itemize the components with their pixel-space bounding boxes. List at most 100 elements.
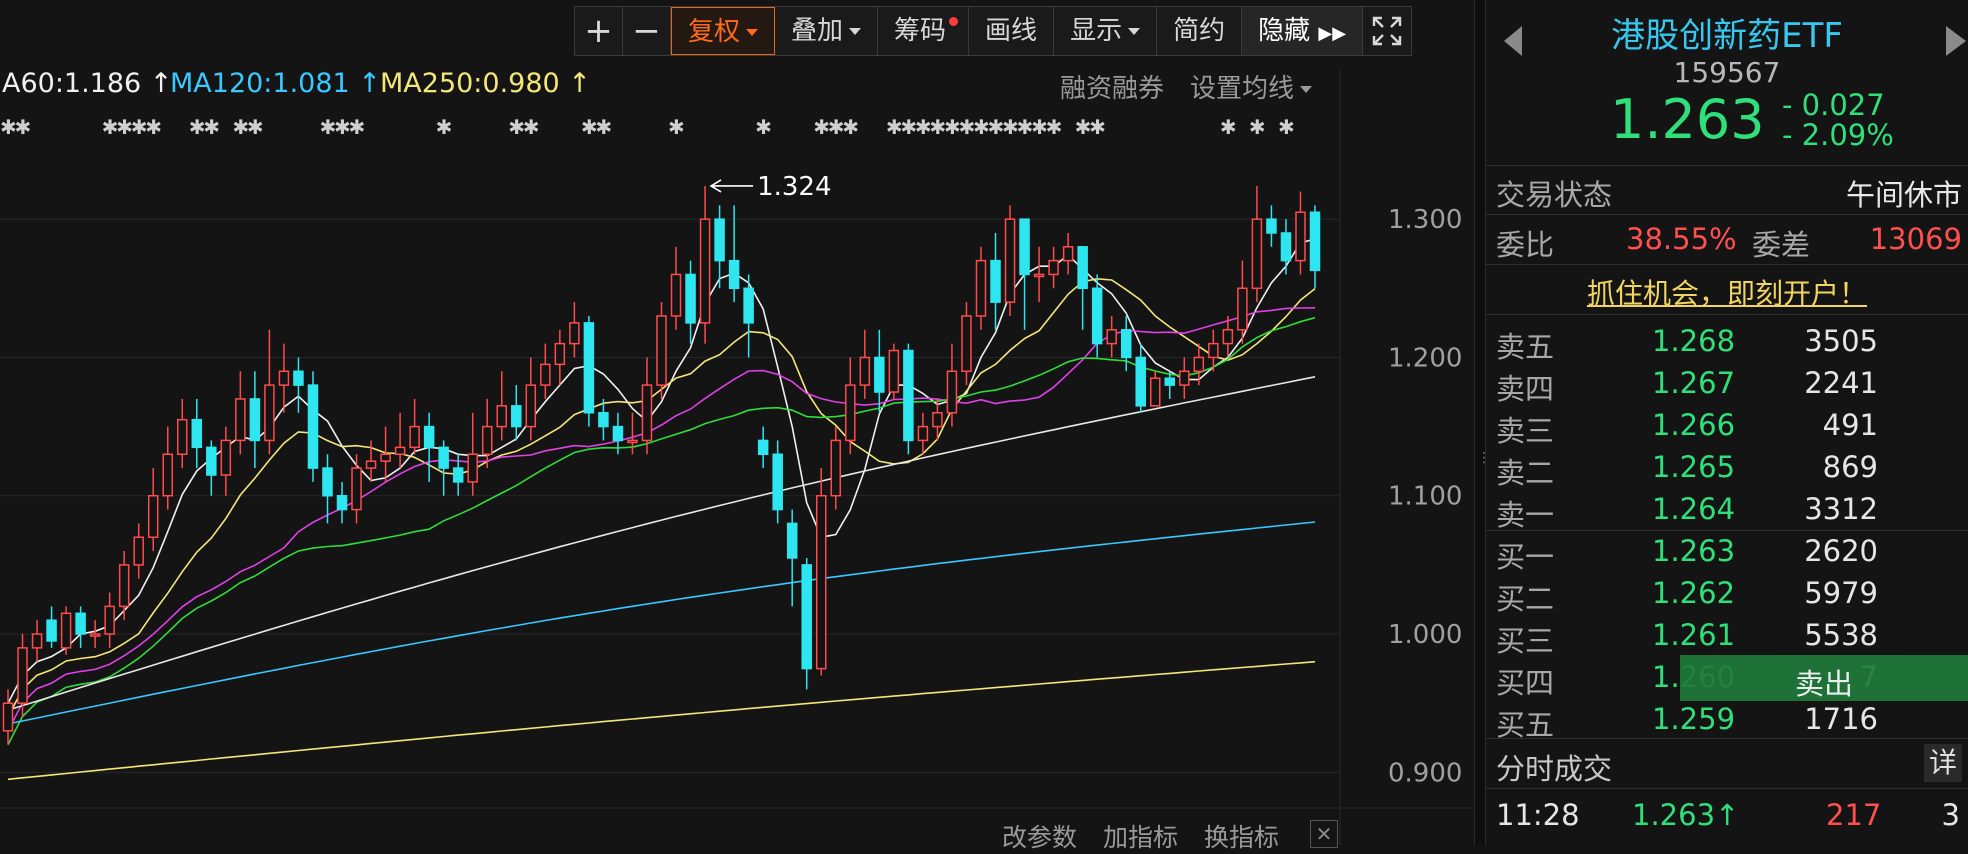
zoom-in-button[interactable]: + — [575, 7, 623, 55]
trade-status-value: 午间休市 — [1845, 178, 1962, 212]
candle — [1062, 246, 1074, 262]
level-price: 1.267 — [1652, 366, 1736, 400]
chip-distribution-button[interactable]: 筹码 — [878, 7, 970, 55]
level-price: 1.263 — [1652, 534, 1736, 568]
candle — [525, 384, 537, 428]
display-dropdown[interactable]: 显示 — [1054, 7, 1158, 55]
bid-level-row[interactable]: 买一 1.263 2620 — [1486, 530, 1968, 574]
event-marker-icon: ✱ — [755, 115, 772, 139]
candle — [815, 494, 827, 670]
candle — [874, 356, 885, 393]
candle — [118, 564, 130, 608]
candle — [235, 398, 246, 442]
price-change-pct: - 2.09% — [1782, 118, 1894, 152]
level-volume: 2241 — [1804, 366, 1878, 400]
bid-level-row[interactable]: 买三 1.261 5538 — [1486, 614, 1968, 658]
chip-label: 筹码 — [894, 16, 947, 46]
ask-level-row[interactable]: 卖二 1.265 869 — [1486, 446, 1968, 490]
ask-level-row[interactable]: 卖一 1.264 3312 — [1486, 488, 1968, 532]
candle — [31, 633, 43, 649]
event-marker-icon: ✱ — [1046, 115, 1063, 139]
event-marker-icon: ✱ — [15, 115, 32, 139]
candle — [612, 425, 624, 442]
level-volume: 869 — [1822, 450, 1878, 484]
candle — [452, 467, 464, 483]
simple-label: 简约 — [1173, 16, 1226, 46]
candle — [903, 349, 914, 442]
candle — [423, 425, 435, 449]
kline-chart-panel[interactable]: 1.300 1.200 1.100 1.000 0.900 1.324 ✱ ✱ ✱ ✱ ✱ ✱ ✱ ✱ ✱ ✱… — [0, 0, 1474, 852]
ma-settings-link[interactable]: 设置均线 — [1190, 68, 1313, 105]
event-marker-icon: ✱ — [1278, 115, 1295, 139]
notification-dot-icon — [949, 17, 959, 26]
panel-splitter[interactable]: ⋮⋮ — [1474, 0, 1505, 845]
candle — [1266, 218, 1277, 234]
candle — [743, 287, 754, 324]
zoom-out-button[interactable]: − — [623, 7, 671, 55]
candle — [728, 259, 740, 290]
ask-level-row[interactable]: 卖三 1.266 491 — [1486, 404, 1968, 448]
candle — [859, 356, 871, 386]
margin-trading-link[interactable]: 融资融券 — [1060, 68, 1164, 105]
event-marker-icon: ✱ — [1220, 115, 1237, 139]
candle — [394, 446, 406, 456]
candle — [917, 425, 929, 442]
chevron-down-icon — [849, 28, 862, 35]
fullscreen-button[interactable] — [1363, 7, 1411, 55]
change-params-link[interactable]: 改参数 — [1002, 818, 1077, 854]
trade-status-label: 交易状态 — [1496, 178, 1613, 212]
candle — [104, 605, 115, 635]
level-price: 1.262 — [1652, 576, 1736, 610]
draw-line-label: 画线 — [985, 16, 1038, 46]
sell-button-label: 卖出 — [1794, 667, 1853, 701]
candle — [438, 446, 449, 469]
bid-level-row[interactable]: 买二 1.262 5979 — [1486, 572, 1968, 616]
bid-level-row[interactable]: 买五 1.259 1716 — [1486, 698, 1968, 742]
candle — [714, 218, 725, 262]
adjust-rights-label: 复权 — [688, 17, 741, 47]
security-code: 159567 — [1673, 56, 1781, 89]
simple-mode-button[interactable]: 简约 — [1157, 7, 1243, 55]
candle — [1222, 329, 1234, 345]
swap-indicator-link[interactable]: 换指标 — [1204, 818, 1279, 854]
ma250-legend: MA250:0.980 ↑ — [380, 68, 591, 99]
divider — [1486, 314, 1968, 315]
candle — [162, 453, 173, 497]
ask-level-row[interactable]: 卖四 1.267 2241 — [1486, 362, 1968, 406]
draw-line-button[interactable]: 画线 — [969, 7, 1055, 55]
chart-toolbar: + − 复权 叠加 筹码 画线 显示 简约 隐藏 ▶▶ — [574, 6, 1413, 56]
adjust-rights-dropdown[interactable]: 复权 — [671, 7, 776, 55]
kline-chart[interactable]: 1.300 1.200 1.100 1.000 0.900 1.324 ✱ ✱ ✱ ✱ ✱ ✱ ✱ ✱ ✱ ✱… — [0, 0, 1474, 845]
candle — [685, 273, 696, 324]
candle — [467, 453, 478, 483]
overlay-dropdown[interactable]: 叠加 — [775, 7, 879, 55]
close-icon: ✕ — [1315, 822, 1333, 846]
candle — [641, 384, 653, 442]
sell-button[interactable]: 卖出 — [1680, 655, 1968, 701]
open-account-promo-link[interactable]: 抓住机会，即刻开户！ — [1486, 272, 1968, 312]
divider — [1486, 165, 1968, 166]
add-indicator-link[interactable]: 加指标 — [1103, 818, 1178, 854]
plus-icon: + — [584, 11, 613, 51]
event-marker-icon: ✱ — [1089, 115, 1106, 139]
candle — [409, 425, 420, 449]
ask-level-row[interactable]: 卖五 1.268 3505 — [1486, 320, 1968, 364]
hide-sidebar-button[interactable]: 隐藏 ▶▶ — [1242, 7, 1364, 55]
level-label: 卖四 — [1496, 372, 1555, 406]
level-price: 1.266 — [1652, 408, 1736, 442]
ask-bid-divider — [1486, 530, 1968, 531]
close-indicator-button[interactable]: ✕ — [1310, 820, 1338, 848]
tick-price: 1.263↑ — [1632, 798, 1739, 832]
candle — [569, 322, 580, 345]
y-tick-label: 1.000 — [1388, 620, 1462, 650]
ticks-detail-button[interactable]: 详 — [1924, 744, 1962, 782]
candle — [1106, 329, 1117, 345]
level-price: 1.259 — [1652, 702, 1736, 736]
candle — [1193, 356, 1205, 373]
candle — [1251, 218, 1263, 290]
level-volume: 1716 — [1804, 702, 1878, 736]
candle — [220, 439, 232, 476]
candle — [786, 522, 798, 559]
candle — [1208, 342, 1219, 359]
chevron-down-icon — [1128, 28, 1141, 35]
